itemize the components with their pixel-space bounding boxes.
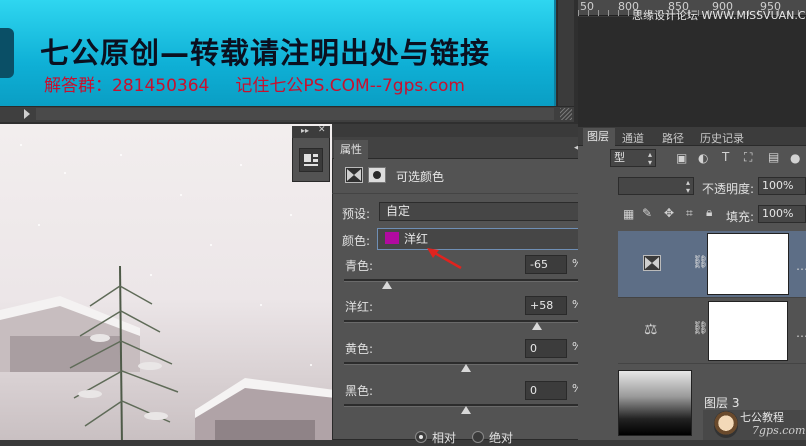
tab-paths[interactable]: 路径 xyxy=(662,130,684,146)
layer-thumbnail[interactable] xyxy=(618,370,692,436)
slider-label-magenta: 洋红: xyxy=(345,300,374,314)
colors-label: 颜色: xyxy=(342,234,371,248)
snow-flake xyxy=(180,194,182,196)
fill-input[interactable]: 100% xyxy=(758,205,806,223)
snow-flake xyxy=(260,304,262,306)
lock-pixels-icon[interactable]: ✎ xyxy=(642,206,652,220)
properties-icon xyxy=(304,154,318,166)
select-arrows-icon: ▴▾ xyxy=(647,150,652,167)
mini-panel-header[interactable]: ▸▸ ✕ xyxy=(292,125,330,138)
blend-mode-select[interactable]: ▴ ▾ xyxy=(618,177,694,195)
snow-flake xyxy=(310,364,312,366)
colors-value: 洋红 xyxy=(404,232,429,246)
magenta-slider-thumb[interactable] xyxy=(531,322,542,330)
adjustment-layer-icon xyxy=(643,255,661,274)
preset-select[interactable]: 自定 ▴▾ xyxy=(379,202,593,221)
more-icon: … xyxy=(796,326,806,340)
layer-filter-select[interactable]: 型 ▴ ▾ xyxy=(610,149,656,167)
black-value-input[interactable]: 0 xyxy=(525,381,567,400)
adjustment-layer-icon[interactable] xyxy=(345,167,363,183)
house-roof-right xyxy=(195,378,332,440)
chain-link-icon[interactable]: ⛓ xyxy=(692,255,709,270)
colors-select[interactable]: 洋红 ▴▾ xyxy=(377,228,593,250)
snow-flake xyxy=(290,214,292,216)
snow-flake xyxy=(120,154,122,156)
filter-shape-icon[interactable]: ⛶ xyxy=(744,150,752,165)
properties-panel-toggle[interactable] xyxy=(299,148,323,172)
layer-mask-thumbnail[interactable] xyxy=(707,233,789,295)
filter-smart-object-icon[interactable]: ▤ xyxy=(768,150,779,164)
more-icon: … xyxy=(796,259,806,273)
tab-channels[interactable]: 通道 xyxy=(622,130,644,146)
absolute-label: 绝对 xyxy=(489,431,514,445)
document-scrollbar-vertical[interactable] xyxy=(557,0,574,106)
adjustment-title: 可选颜色 xyxy=(396,170,445,184)
banner-logo xyxy=(0,28,14,78)
snow-flake xyxy=(20,144,22,146)
select-arrows-icon: ▴▾ xyxy=(685,178,690,195)
layers-visibility-column xyxy=(578,231,618,440)
panel-dock-empty xyxy=(578,17,806,127)
document-scroll-thumb[interactable] xyxy=(36,108,554,120)
watermark-avatar xyxy=(714,411,738,438)
yellow-value-input[interactable]: 0 xyxy=(525,339,567,358)
snow-flake xyxy=(64,172,66,174)
red-arrow-annotation xyxy=(427,248,462,270)
snow-flake xyxy=(240,164,242,166)
lock-position-icon[interactable]: ✥ xyxy=(664,206,674,220)
tab-properties[interactable]: 属性 xyxy=(334,140,368,159)
watermark-name: 七公教程 xyxy=(740,411,784,424)
slider-label-black: 黑色: xyxy=(345,384,374,398)
tab-layers[interactable]: 图层 xyxy=(583,128,615,146)
layer-name[interactable]: 图层 3 xyxy=(704,394,739,411)
watermark-url: 7gps.com xyxy=(752,424,806,437)
close-icon[interactable]: ✕ xyxy=(318,125,326,135)
banner-subtitle: 解答群：281450364 记住七公PS.COM--7gps.com xyxy=(44,71,465,96)
magenta-value-input[interactable]: +58 xyxy=(525,296,567,315)
magenta-slider-track[interactable] xyxy=(344,320,588,323)
tab-history[interactable]: 历史记录 xyxy=(700,130,744,146)
collapse-icon[interactable]: ▸▸ xyxy=(301,126,309,135)
lock-all-icon[interactable]: 🔒︎ xyxy=(706,205,712,220)
layer-mask-thumbnail[interactable] xyxy=(708,301,788,361)
cyan-value-input[interactable]: -65 xyxy=(525,255,567,274)
lock-artboard-icon[interactable]: ⌗ xyxy=(686,206,693,221)
filter-adjustment-icon[interactable]: ◐ xyxy=(698,151,708,165)
preset-label: 预设: xyxy=(342,207,371,221)
relative-radio[interactable] xyxy=(415,431,427,443)
snow-flake xyxy=(210,244,212,246)
opacity-label: 不透明度: xyxy=(702,182,755,196)
filter-pixel-icon[interactable]: ▣ xyxy=(676,151,687,165)
filter-type-icon[interactable]: T xyxy=(722,150,729,164)
layer-mask-icon[interactable] xyxy=(368,167,386,183)
snow-flake xyxy=(38,224,40,226)
chain-link-icon[interactable]: ⛓ xyxy=(692,321,709,336)
magenta-swatch xyxy=(385,232,399,244)
banner-url: 记住七公PS.COM--7gps.com xyxy=(235,76,465,96)
canvas-image xyxy=(0,124,332,440)
slider-label-yellow: 黄色: xyxy=(345,342,374,356)
layer-filter-value: 型 xyxy=(614,151,625,164)
watermark-top: 思缘设计论坛 WWW.MISSVUAN.COM xyxy=(632,9,806,22)
cyan-slider-thumb[interactable] xyxy=(381,281,392,289)
cyan-slider-track[interactable] xyxy=(344,279,588,282)
black-slider-thumb[interactable] xyxy=(461,406,471,414)
absolute-radio[interactable] xyxy=(472,431,484,443)
filter-toggle-icon[interactable]: ● xyxy=(790,151,800,165)
color-balance-icon: ⚖ xyxy=(644,320,658,338)
opacity-input[interactable]: 100% xyxy=(758,177,806,195)
banner-qa: 解答群：281450364 xyxy=(44,76,210,96)
play-icon[interactable] xyxy=(24,109,30,119)
relative-label: 相对 xyxy=(432,431,457,445)
lock-transparent-icon[interactable]: ▦ xyxy=(623,207,634,221)
resize-grip-icon[interactable] xyxy=(560,108,572,120)
banner-title: 七公原创—转载请注明出处与链接 xyxy=(40,36,491,70)
fill-label: 填充: xyxy=(726,210,755,224)
yellow-slider-thumb[interactable] xyxy=(461,364,471,372)
preset-value: 自定 xyxy=(386,204,411,218)
slider-label-cyan: 青色: xyxy=(345,259,374,273)
snowy-tree xyxy=(69,266,179,440)
